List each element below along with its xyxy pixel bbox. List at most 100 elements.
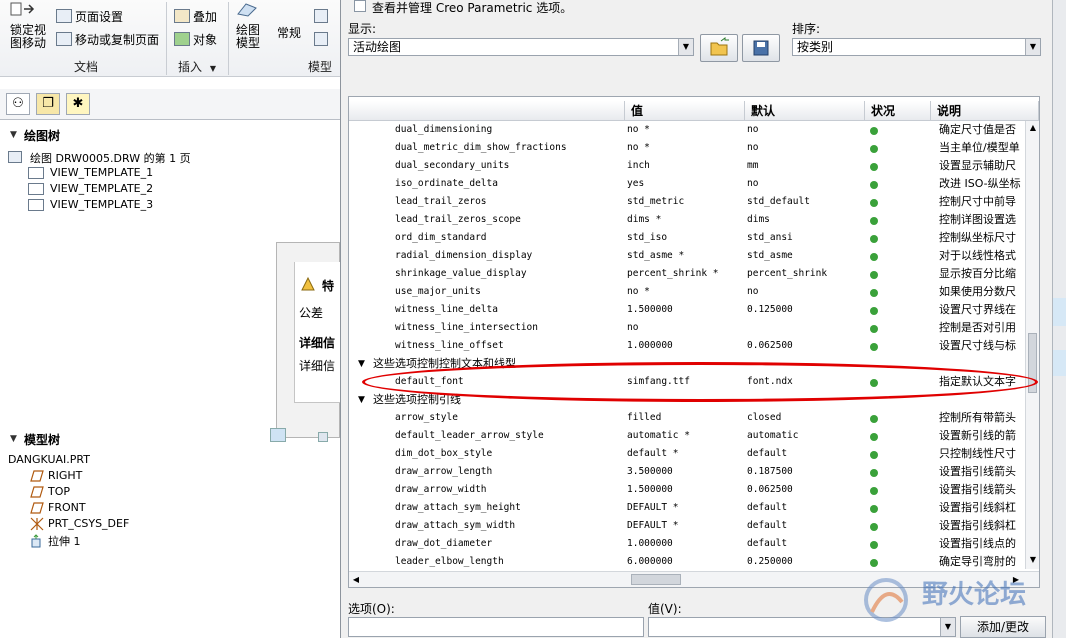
table-row[interactable]: witness_line_intersection no 控制是否对引用: [349, 319, 1025, 337]
move-copy-page-icon[interactable]: [56, 32, 72, 46]
table-row[interactable]: witness_line_delta 1.500000 0.125000 设置尺寸界线…: [349, 301, 1025, 319]
table-row[interactable]: dual_metric_dim_show_fractions no * no 当主单位…: [349, 139, 1025, 157]
table-row[interactable]: witness_line_offset 1.000000 0.062500 设置尺寸线…: [349, 337, 1025, 355]
model-tree-title: 模型树: [24, 433, 61, 447]
sort-select[interactable]: 按类别 ▼: [792, 38, 1041, 56]
lock-view-button[interactable]: 锁定视 图移动: [10, 24, 46, 50]
vertical-scrollbar[interactable]: ▲ ▼: [1025, 121, 1039, 569]
table-row[interactable]: shrinkage_value_display percent_shrink * p…: [349, 265, 1025, 283]
table-row[interactable]: lead_trail_zeros std_metric std_default 控制尺…: [349, 193, 1025, 211]
show-label: 显示:: [348, 22, 377, 36]
save-config-button[interactable]: [742, 34, 780, 62]
open-config-button[interactable]: [700, 34, 738, 62]
table-row[interactable]: arrow_style filled closed 控制所有带箭头: [349, 409, 1025, 427]
drawing-model-button[interactable]: 绘图 模型: [236, 24, 260, 50]
option-description-cell: 对于以线性格式: [939, 249, 1016, 262]
option-input[interactable]: [348, 617, 644, 637]
page-setup-icon[interactable]: [56, 9, 72, 23]
overlay-icon[interactable]: [174, 9, 190, 23]
chevron-down-icon[interactable]: ▼: [210, 64, 216, 73]
ribbon-small-icon[interactable]: [314, 9, 328, 23]
model-item-top[interactable]: TOP: [48, 485, 70, 498]
table-row[interactable]: draw_dot_diameter 1.000000 default 设置指引线点的: [349, 535, 1025, 553]
tree-item-view-template-2[interactable]: VIEW_TEMPLATE_2: [50, 182, 153, 195]
value-label: 值(V):: [648, 602, 682, 616]
scroll-up-icon[interactable]: ▲: [1027, 121, 1039, 135]
option-value-cell: 3.500000: [627, 466, 673, 477]
model-item-csys[interactable]: PRT_CSYS_DEF: [48, 517, 129, 530]
folder-open-icon: [710, 37, 729, 56]
object-button[interactable]: 对象: [193, 31, 217, 48]
tab-favorites-icon[interactable]: ✱: [66, 93, 90, 115]
option-default-cell: automatic: [747, 430, 799, 441]
option-name-cell: ord_dim_standard: [395, 232, 487, 243]
option-value-cell: no *: [627, 286, 650, 297]
table-row[interactable]: default_leader_arrow_style automatic * aut…: [349, 427, 1025, 445]
table-row[interactable]: dual_dimensioning no * no 确定尺寸值是否: [349, 121, 1025, 139]
save-icon: [753, 40, 769, 56]
object-icon[interactable]: [174, 32, 190, 46]
collapse-group-icon[interactable]: ▼: [358, 391, 365, 409]
tab-tree-icon[interactable]: ⚇: [6, 93, 30, 115]
scroll-down-icon[interactable]: ▼: [1027, 553, 1039, 567]
status-ok-icon: [870, 217, 878, 225]
move-copy-page-button[interactable]: 移动或复制页面: [75, 31, 159, 48]
group-insert-label[interactable]: 插入 ▼: [178, 58, 216, 75]
status-ok-icon: [870, 181, 878, 189]
tab-folder-icon[interactable]: ❐: [36, 93, 60, 115]
lock-view-label-2: 图移动: [10, 36, 47, 50]
model-item-right[interactable]: RIGHT: [48, 469, 82, 482]
lock-view-icon[interactable]: [10, 2, 36, 18]
option-default-cell: std_asme: [747, 250, 793, 261]
tree-item-view-template-1[interactable]: VIEW_TEMPLATE_1: [50, 166, 153, 179]
column-header-status[interactable]: 状况: [865, 101, 931, 121]
model-item-front[interactable]: FRONT: [48, 501, 86, 514]
column-header-default[interactable]: 默认: [745, 101, 865, 121]
option-name-cell: arrow_style: [395, 412, 458, 423]
option-name-cell: default_leader_arrow_style: [395, 430, 544, 441]
table-row[interactable]: draw_arrow_width 1.500000 0.062500 设置指引线箭头: [349, 481, 1025, 499]
option-default-cell: std_ansi: [747, 232, 793, 243]
feature-icon: [300, 276, 316, 292]
table-row[interactable]: radial_dimension_display std_asme * std_as…: [349, 247, 1025, 265]
drawing-root-item[interactable]: 绘图 DRW0005.DRW 的第 1 页: [30, 150, 191, 166]
general-button[interactable]: 常规: [277, 24, 301, 41]
hscroll-thumb[interactable]: [631, 574, 681, 585]
table-row[interactable]: draw_arrow_length 3.500000 0.187500 设置指引线箭头: [349, 463, 1025, 481]
chevron-down-icon[interactable]: ▼: [678, 39, 693, 55]
table-row[interactable]: use_major_units no * no 如果使用分数尺: [349, 283, 1025, 301]
option-name-cell: witness_line_intersection: [395, 322, 538, 333]
ribbon-small-icon[interactable]: [314, 32, 328, 46]
option-name-cell: lead_trail_zeros: [395, 196, 487, 207]
table-row[interactable]: iso_ordinate_delta yes no 改进 ISO-纵坐标: [349, 175, 1025, 193]
page-setup-button[interactable]: 页面设置: [75, 8, 123, 25]
option-name-cell: draw_dot_diameter: [395, 538, 493, 549]
table-row[interactable]: draw_attach_sym_width DEFAULT * default 设置指…: [349, 517, 1025, 535]
scroll-left-icon[interactable]: ◀: [349, 573, 363, 586]
table-row[interactable]: lead_trail_zeros_scope dims * dims 控制详图设置选: [349, 211, 1025, 229]
overlay-button[interactable]: 叠加: [193, 8, 217, 25]
model-root-item[interactable]: DANGKUAI.PRT: [8, 453, 90, 466]
model-tree-show-icon[interactable]: [318, 432, 328, 442]
tree-item-view-template-3[interactable]: VIEW_TEMPLATE_3: [50, 198, 153, 211]
collapse-group-icon[interactable]: ▼: [358, 355, 365, 373]
column-header-description[interactable]: 说明: [931, 101, 1039, 121]
table-row[interactable]: leader_elbow_length 6.000000 0.250000 确定导引弯…: [349, 553, 1025, 571]
drawing-model-icon[interactable]: [234, 0, 264, 18]
collapse-model-tree-icon[interactable]: ▼: [10, 434, 17, 444]
model-tree-settings-icon[interactable]: [270, 428, 286, 442]
option-description-cell: 如果使用分数尺: [939, 285, 1016, 298]
collapse-drawing-tree-icon[interactable]: ▼: [10, 130, 17, 140]
table-row[interactable]: dual_secondary_units inch mm 设置显示辅助尺: [349, 157, 1025, 175]
option-description-cell: 设置尺寸界线在: [939, 303, 1016, 316]
show-select[interactable]: 活动绘图 ▼: [348, 38, 694, 56]
option-default-cell: std_default: [747, 196, 810, 207]
column-header-name[interactable]: [349, 101, 625, 121]
table-row[interactable]: draw_attach_sym_height DEFAULT * default 设置…: [349, 499, 1025, 517]
table-row[interactable]: ord_dim_standard std_iso std_ansi 控制纵坐标尺寸: [349, 229, 1025, 247]
table-row[interactable]: dim_dot_box_style default * default 只控制线性尺寸: [349, 445, 1025, 463]
chevron-down-icon[interactable]: ▼: [1025, 39, 1040, 55]
model-item-extrude[interactable]: 拉伸 1: [48, 533, 81, 549]
column-header-value[interactable]: 值: [625, 101, 745, 121]
option-value-cell: automatic *: [627, 430, 690, 441]
